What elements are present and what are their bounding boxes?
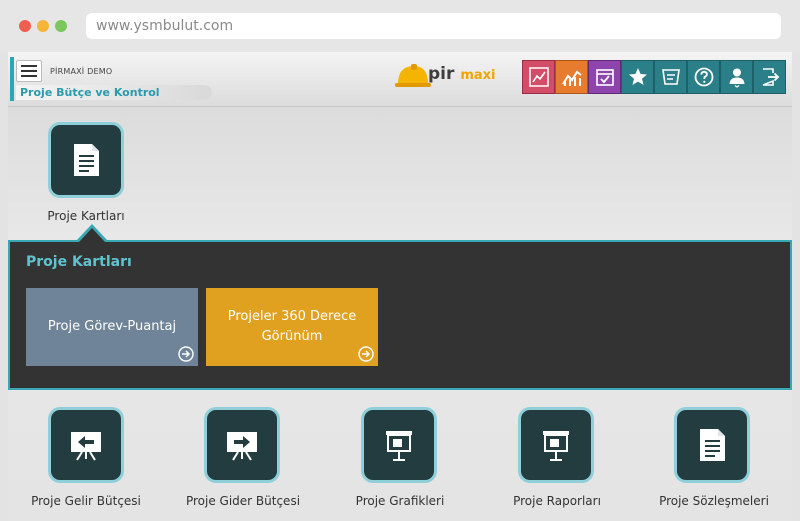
hamburger-menu-icon[interactable] <box>16 60 42 82</box>
expense-board-icon <box>227 432 257 461</box>
tile-label: Proje Gelir Bütçesi <box>31 494 141 508</box>
logo-text-accent: maxi <box>460 68 496 83</box>
star-icon[interactable] <box>621 60 654 94</box>
tile-label: Proje Grafikleri <box>355 494 445 508</box>
page-viewport: PİRMAXİ DEMO Proje Bütçe ve Kontrol pir … <box>8 52 792 521</box>
tile-proje-raporlari[interactable] <box>518 407 594 483</box>
tile-proje-sozlesmeleri[interactable] <box>674 407 750 483</box>
contract-document-icon <box>700 429 725 461</box>
user-icon[interactable] <box>720 60 753 94</box>
header-toolbar <box>522 60 786 94</box>
income-board-icon <box>71 432 101 461</box>
trend-chart-icon[interactable] <box>555 60 588 94</box>
panel-pointer-inner <box>79 228 105 242</box>
window-minimize-button[interactable] <box>37 20 49 32</box>
logo-text-main: pir <box>428 64 455 84</box>
address-bar[interactable]: www.ysmbulut.com <box>86 13 781 39</box>
submenu-panel: Proje Kartları Proje Görev-Puantaj Proje… <box>8 240 792 390</box>
browser-chrome: www.ysmbulut.com <box>0 0 800 52</box>
tile-label: Proje Raporları <box>513 494 601 508</box>
window-close-button[interactable] <box>19 20 31 32</box>
logout-icon[interactable] <box>753 60 786 94</box>
document-icon <box>74 144 99 176</box>
header-accent-bar <box>10 57 14 101</box>
app-header: PİRMAXİ DEMO Proje Bütçe ve Kontrol pir … <box>8 52 792 107</box>
company-name: PİRMAXİ DEMO <box>50 67 113 76</box>
logo-wordmark: pir maxi <box>428 64 495 84</box>
dashboard-chart-icon[interactable] <box>522 60 555 94</box>
tile-proje-gelir-butcesi[interactable] <box>48 407 124 483</box>
tile-label: Proje Sözleşmeleri <box>659 494 769 508</box>
window-maximize-button[interactable] <box>55 20 67 32</box>
calendar-check-icon[interactable] <box>588 60 621 94</box>
chart-board-icon <box>386 431 412 461</box>
tile-proje-grafikleri[interactable] <box>361 407 437 483</box>
card-proje-gorev-puantaj[interactable]: Proje Görev-Puantaj <box>26 288 198 366</box>
message-icon[interactable] <box>654 60 687 94</box>
card-projeler-360[interactable]: Projeler 360 Derece Görünüm <box>206 288 378 366</box>
tile-proje-kartlari[interactable] <box>48 122 124 198</box>
tile-proje-gider-butcesi[interactable] <box>204 407 280 483</box>
arrow-right-circle-icon <box>358 346 374 362</box>
card-label: Projeler 360 Derece Görünüm <box>227 309 357 344</box>
arrow-right-circle-icon <box>178 346 194 362</box>
tile-label: Proje Gider Bütçesi <box>185 494 301 508</box>
tile-label: Proje Kartları <box>47 209 125 223</box>
panel-title: Proje Kartları <box>26 254 132 270</box>
report-board-icon <box>543 431 569 461</box>
card-label: Proje Görev-Puantaj <box>47 319 177 334</box>
module-title[interactable]: Proje Bütçe ve Kontrol <box>16 85 212 100</box>
help-icon[interactable] <box>687 60 720 94</box>
